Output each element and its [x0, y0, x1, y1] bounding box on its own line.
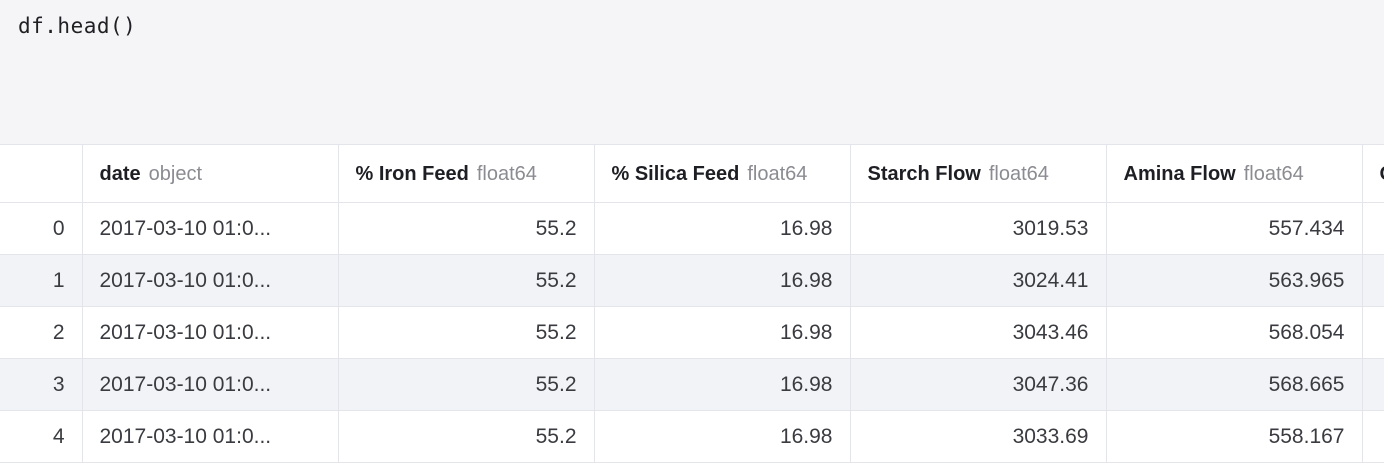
- cell-date: 2017-03-10 01:0...: [81, 254, 339, 307]
- column-header-amina-flow[interactable]: Amina Flow float64: [1105, 144, 1363, 203]
- cell-date: 2017-03-10 01:0...: [81, 410, 339, 463]
- column-name: % Iron Feed: [355, 162, 469, 185]
- column-header-silica-feed[interactable]: % Silica Feed float64: [593, 144, 851, 203]
- code-cell[interactable]: df.head(): [0, 0, 1384, 144]
- column-header-truncated[interactable]: O: [1361, 144, 1384, 203]
- cell-amina-flow: 568.665: [1105, 358, 1363, 411]
- column-header-starch-flow[interactable]: Starch Flow float64: [849, 144, 1107, 203]
- row-index: 3: [0, 358, 83, 411]
- cell-truncated: [1361, 410, 1384, 463]
- cell-silica-feed: 16.98: [593, 202, 851, 255]
- cell-iron-feed: 55.2: [337, 202, 595, 255]
- cell-starch-flow: 3043.46: [849, 306, 1107, 359]
- index-header: [0, 144, 83, 203]
- table-row: 3 2017-03-10 01:0... 55.2 16.98 3047.36 …: [0, 358, 1384, 411]
- column-name: % Silica Feed: [611, 162, 740, 185]
- cell-iron-feed: 55.2: [337, 306, 595, 359]
- table-row: 1 2017-03-10 01:0... 55.2 16.98 3024.41 …: [0, 254, 1384, 307]
- cell-silica-feed: 16.98: [593, 410, 851, 463]
- cell-date: 2017-03-10 01:0...: [81, 358, 339, 411]
- column-dtype: float64: [476, 162, 537, 185]
- column-dtype: float64: [988, 162, 1049, 185]
- column-name: O: [1380, 163, 1384, 185]
- dataframe-output: date object % Iron Feed float64 % Silica F…: [0, 144, 1384, 464]
- header-row: date object % Iron Feed float64 % Silica F…: [0, 144, 1384, 203]
- column-dtype: float64: [747, 162, 808, 185]
- cell-starch-flow: 3019.53: [849, 202, 1107, 255]
- cell-iron-feed: 55.2: [337, 410, 595, 463]
- row-index: 2: [0, 306, 83, 359]
- cell-silica-feed: 16.98: [593, 254, 851, 307]
- cell-truncated: [1361, 254, 1384, 307]
- code-input[interactable]: df.head(): [18, 14, 136, 38]
- column-header-date[interactable]: date object: [81, 144, 339, 203]
- cell-starch-flow: 3024.41: [849, 254, 1107, 307]
- cell-amina-flow: 568.054: [1105, 306, 1363, 359]
- cell-starch-flow: 3047.36: [849, 358, 1107, 411]
- cell-amina-flow: 557.434: [1105, 202, 1363, 255]
- row-index: 0: [0, 202, 83, 255]
- row-index: 4: [0, 410, 83, 463]
- column-name: Starch Flow: [867, 162, 981, 185]
- column-dtype: float64: [1243, 162, 1304, 185]
- column-header-iron-feed[interactable]: % Iron Feed float64: [337, 144, 595, 203]
- column-name: Amina Flow: [1123, 162, 1236, 185]
- column-name: date: [99, 162, 141, 185]
- dataframe-table: date object % Iron Feed float64 % Silica F…: [0, 144, 1384, 463]
- cell-amina-flow: 558.167: [1105, 410, 1363, 463]
- cell-amina-flow: 563.965: [1105, 254, 1363, 307]
- table-row: 4 2017-03-10 01:0... 55.2 16.98 3033.69 …: [0, 410, 1384, 463]
- cell-silica-feed: 16.98: [593, 358, 851, 411]
- column-dtype: object: [148, 162, 202, 185]
- cell-silica-feed: 16.98: [593, 306, 851, 359]
- cell-starch-flow: 3033.69: [849, 410, 1107, 463]
- cell-truncated: [1361, 202, 1384, 255]
- cell-iron-feed: 55.2: [337, 254, 595, 307]
- cell-truncated: [1361, 306, 1384, 359]
- cell-date: 2017-03-10 01:0...: [81, 202, 339, 255]
- cell-iron-feed: 55.2: [337, 358, 595, 411]
- row-index: 1: [0, 254, 83, 307]
- cell-date: 2017-03-10 01:0...: [81, 306, 339, 359]
- table-row: 2 2017-03-10 01:0... 55.2 16.98 3043.46 …: [0, 306, 1384, 359]
- cell-truncated: [1361, 358, 1384, 411]
- table-row: 0 2017-03-10 01:0... 55.2 16.98 3019.53 …: [0, 202, 1384, 255]
